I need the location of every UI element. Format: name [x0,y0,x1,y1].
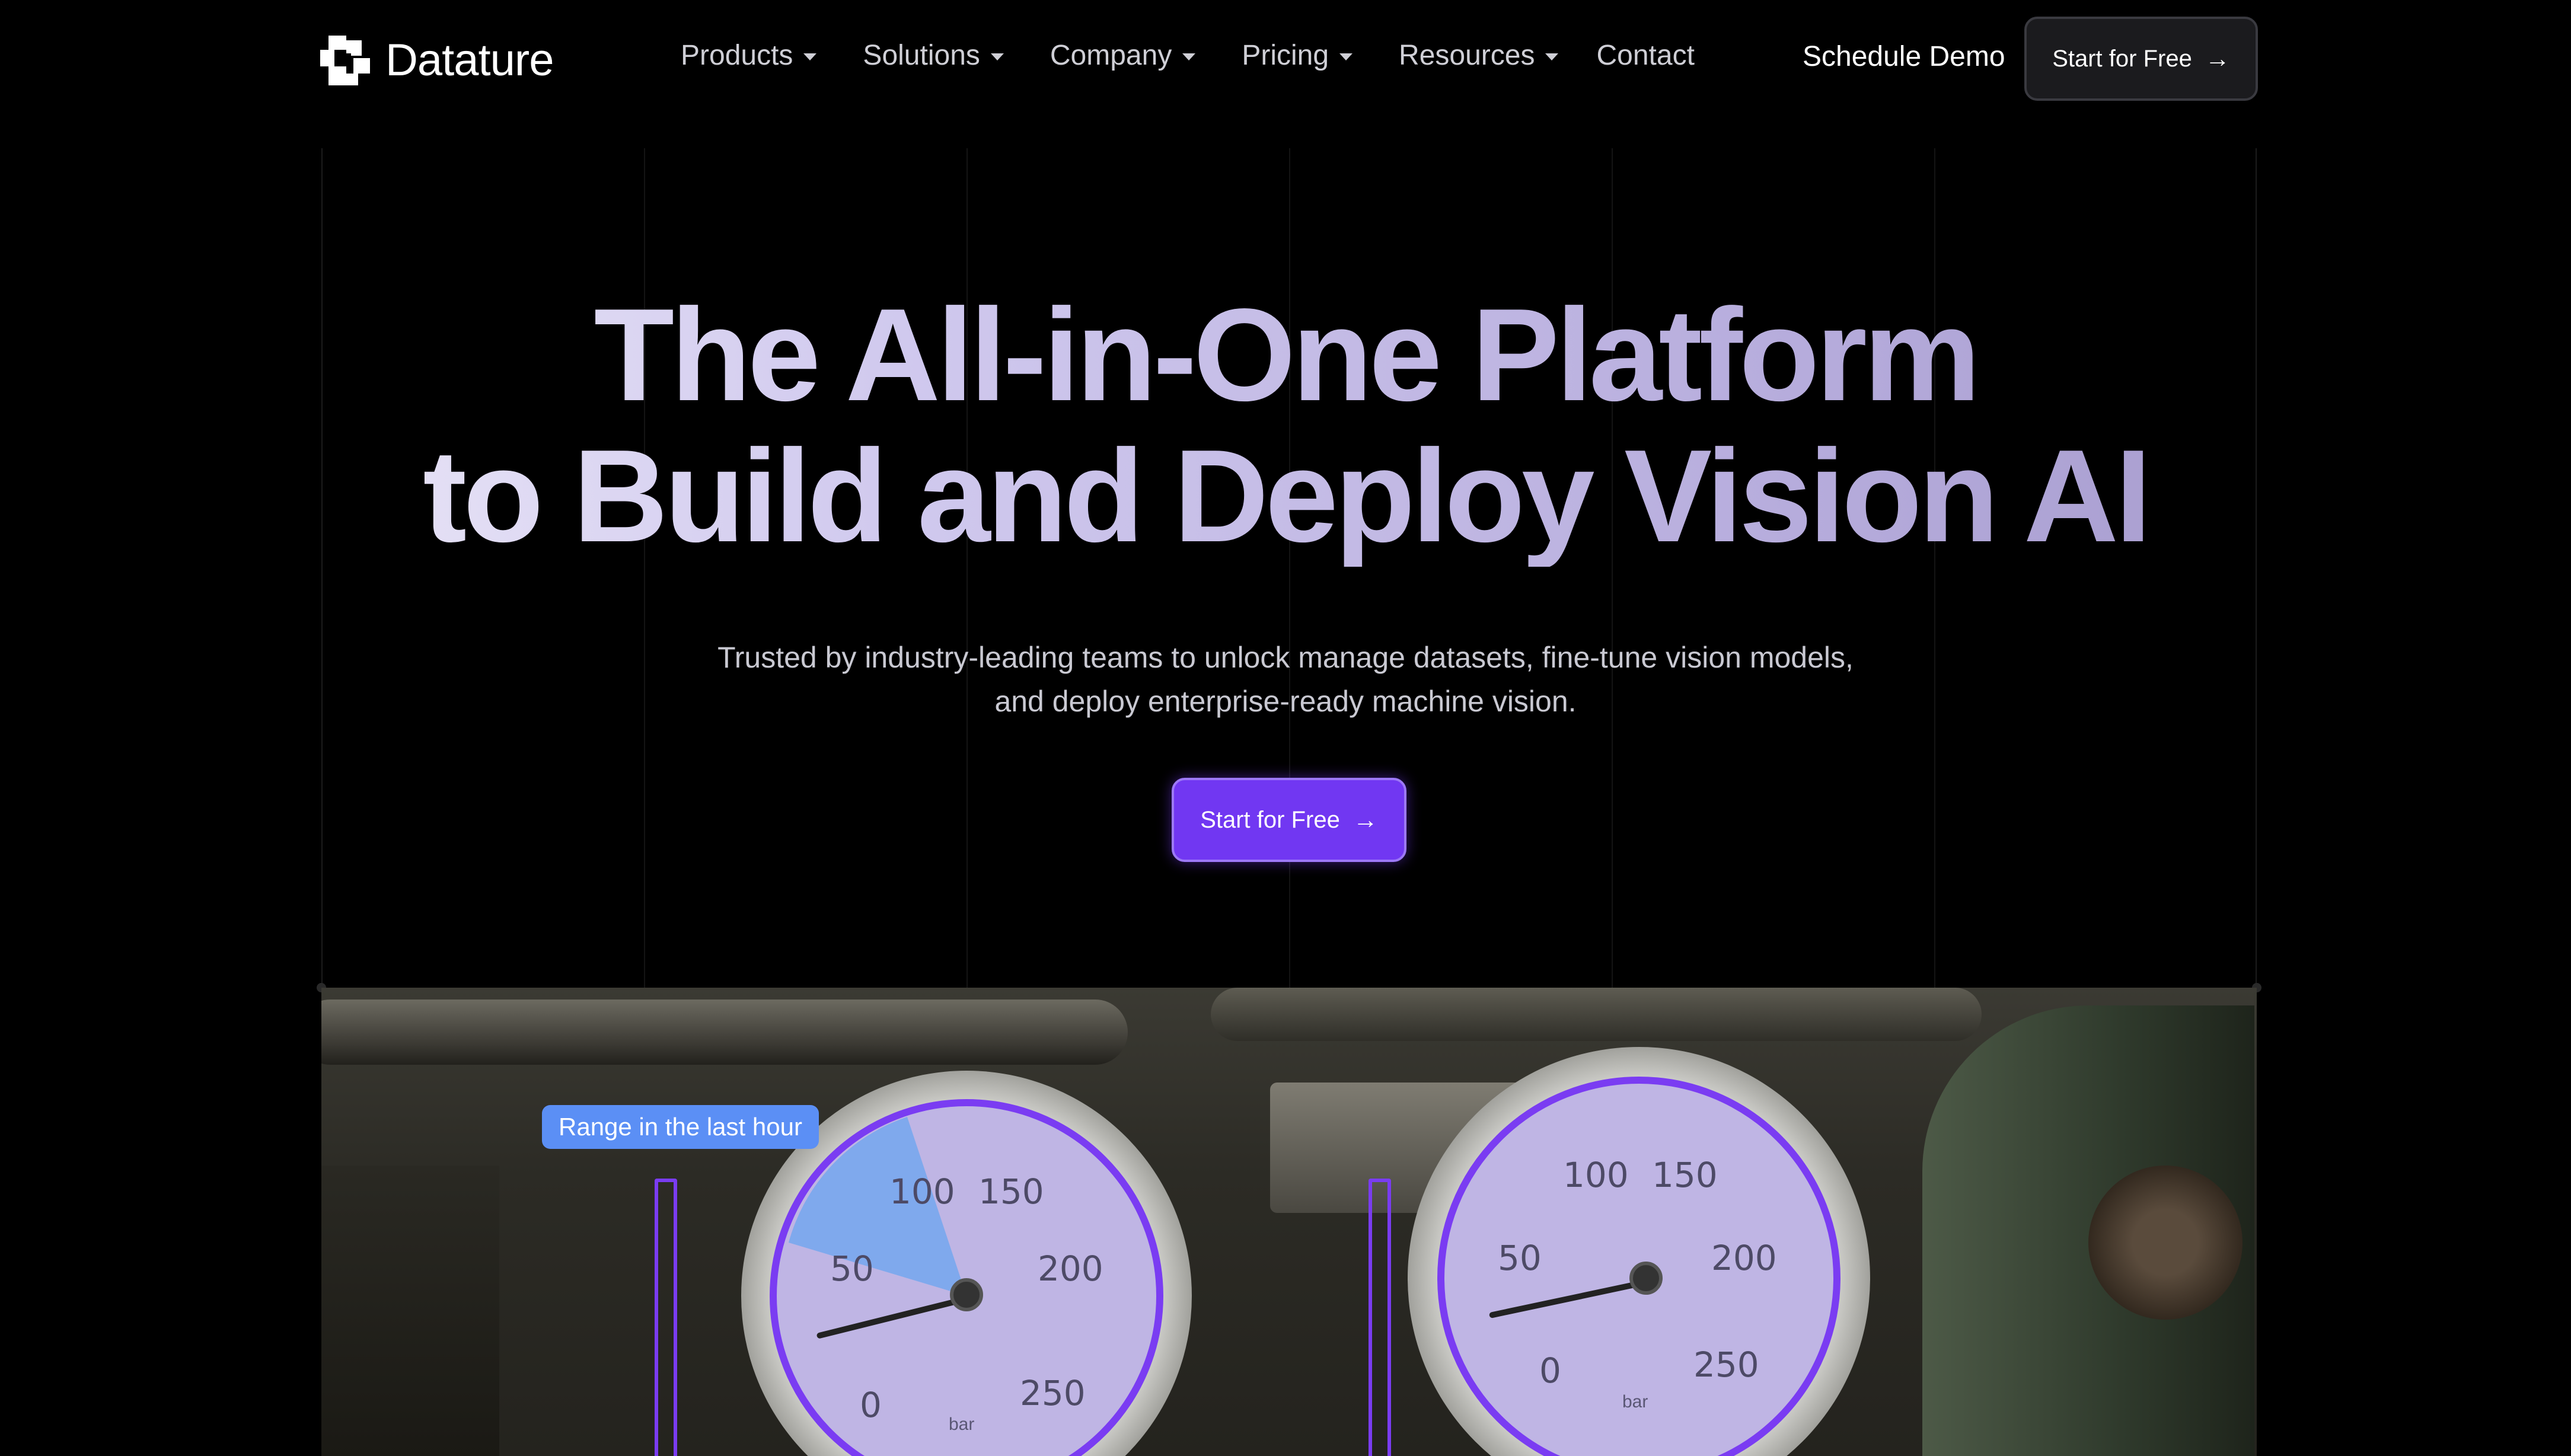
gauge-unit-label: bar [1622,1392,1648,1412]
chevron-down-icon [1182,53,1196,60]
nav-resources-label: Resources [1399,40,1535,71]
chevron-down-icon [990,53,1004,60]
nav-company[interactable]: Company [1050,39,1196,72]
range-in-last-hour-label: Range in the last hour [542,1105,819,1149]
gauge-tick-label: 250 [1020,1373,1086,1413]
gauge-hub [950,1278,983,1311]
pipe-shape [1211,988,1982,1041]
grid-line [2256,148,2257,990]
gauge-tick-label: 250 [1693,1345,1759,1385]
nav-pricing[interactable]: Pricing [1242,39,1353,72]
nav-solutions-label: Solutions [863,40,980,71]
gauge-tick-label: 150 [1652,1155,1718,1195]
gauge-needle [1488,1279,1647,1319]
valve-shape [2088,1166,2243,1320]
gauge-tick-label: 50 [830,1249,874,1289]
hero-cta-label: Start for Free [1200,806,1340,833]
gauge-tick-label: 100 [889,1171,955,1212]
arrow-right-icon: → [2205,44,2230,72]
main-menu: Products Solutions Company Pricing Resou… [681,39,1695,72]
nav-contact[interactable]: Contact [1596,39,1694,72]
schedule-demo-link[interactable]: Schedule Demo [1803,40,2005,73]
shadow-shape [321,1166,499,1456]
gauge-hub [1629,1262,1663,1295]
grid-line [321,148,323,990]
nav-solutions[interactable]: Solutions [863,39,1004,72]
gauge-tick-label: 200 [1038,1249,1103,1289]
brand-logo[interactable]: Datature [320,34,554,86]
hero-subtitle: Trusted by industry-leading teams to unl… [717,641,1854,718]
gauge-tick-label: 200 [1711,1238,1777,1278]
gauge-face: 0 50 100 150 200 250 bar [1437,1077,1840,1456]
hero-title-line-2: to Build and Deploy Vision AI [423,423,2148,570]
range-bar-right [1369,1179,1391,1456]
gauge-unit-label: bar [949,1415,975,1434]
chevron-down-icon [1339,53,1353,60]
top-navigation: Datature Products Solutions Company Pric… [0,0,2571,119]
chevron-down-icon [1545,53,1559,60]
hero-title-line-1: The All-in-One Platform [594,282,1977,429]
chevron-down-icon [803,53,817,60]
gauge-tick-label: 150 [978,1171,1044,1212]
nav-company-label: Company [1050,40,1172,71]
datature-logo-icon [320,35,370,85]
nav-contact-label: Contact [1596,40,1695,71]
arrow-right-icon: → [1353,806,1378,834]
start-for-free-button[interactable]: Start for Free → [2024,17,2258,101]
demo-image-panel: 0 50 100 150 200 250 bar 0 50 100 150 20… [321,988,2257,1456]
gauge-tick-label: 0 [1539,1350,1561,1391]
nav-resources[interactable]: Resources [1399,39,1559,72]
gauge-tick-label: 50 [1498,1238,1542,1278]
start-for-free-label: Start for Free [2052,45,2192,72]
gauge-tick-label: 100 [1563,1155,1629,1195]
brand-name: Datature [385,35,554,85]
range-bar-left [655,1179,677,1456]
gauge-tick-label: 0 [860,1385,882,1425]
gauge-face: 0 50 100 150 200 250 bar [770,1099,1163,1456]
pipe-shape [321,1000,1128,1065]
hero-start-for-free-button[interactable]: Start for Free → [1172,778,1406,862]
nav-pricing-label: Pricing [1242,40,1329,71]
nav-products-label: Products [681,40,793,71]
hero-title: The All-in-One Platform to Build and Dep… [0,285,2571,567]
nav-products[interactable]: Products [681,39,817,72]
